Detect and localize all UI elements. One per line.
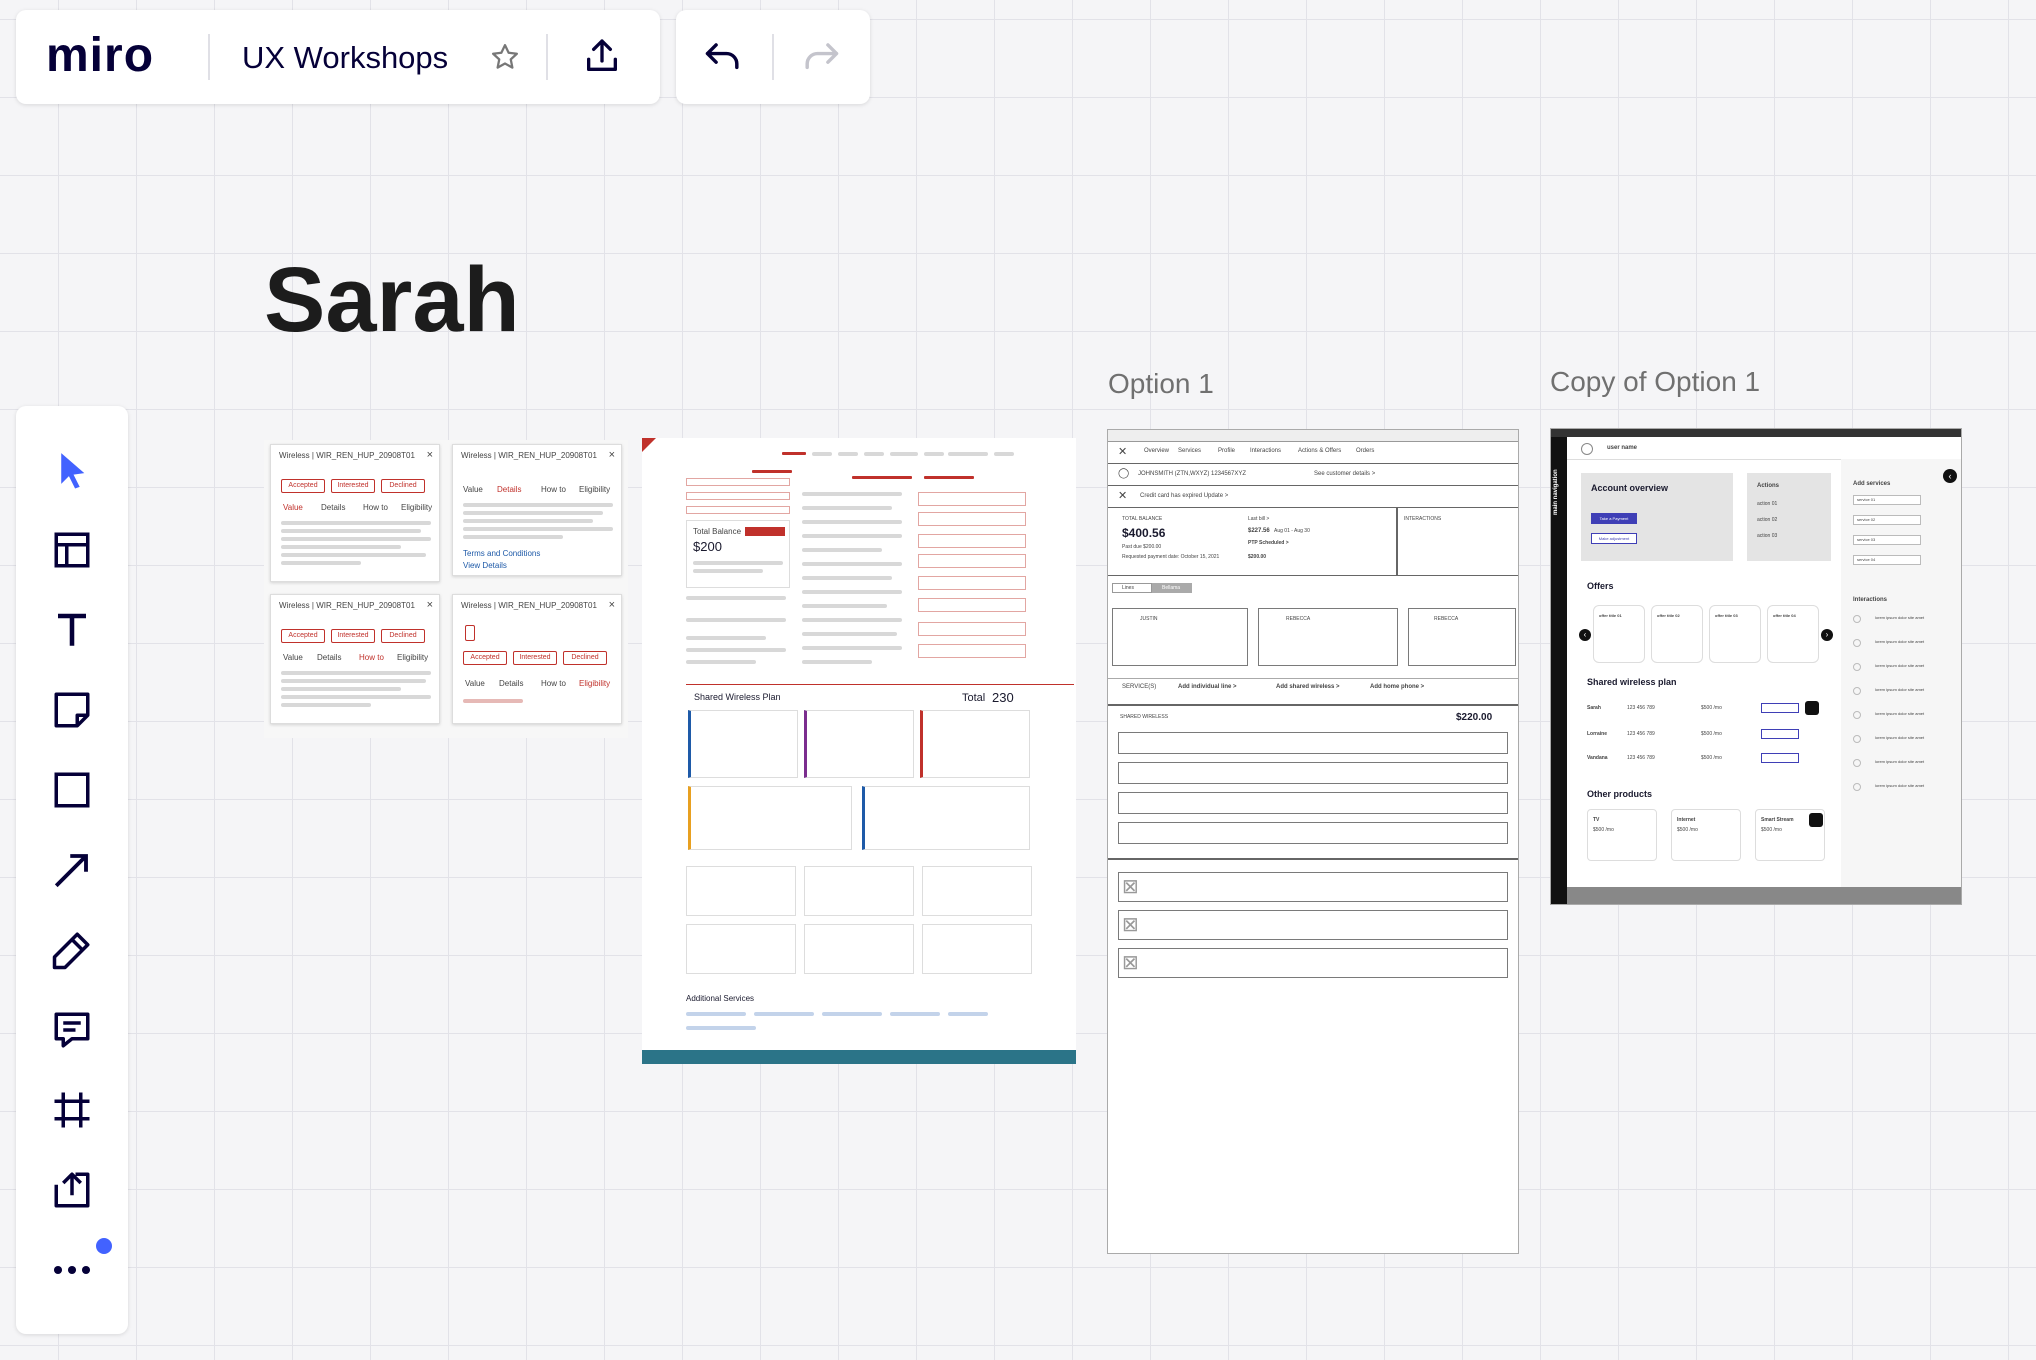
- popup-card: Wireless | WIR_REN_HUP_20908T01 × Accept…: [270, 444, 440, 582]
- board-heading[interactable]: Sarah: [264, 248, 520, 353]
- template-icon[interactable]: [16, 520, 128, 580]
- popups-cluster[interactable]: Wireless | WIR_REN_HUP_20908T01 × Accept…: [264, 440, 628, 738]
- shape-icon[interactable]: [16, 760, 128, 820]
- divider: [772, 34, 774, 80]
- user-avatar[interactable]: [1581, 443, 1593, 455]
- select-icon[interactable]: [16, 440, 128, 500]
- product-card[interactable]: [804, 924, 914, 974]
- line-row[interactable]: [1118, 762, 1508, 784]
- notification-dot: [96, 1238, 112, 1254]
- copy-of-option-1-frame[interactable]: main navigation user name Account overvi…: [1550, 428, 1962, 905]
- frame-icon[interactable]: [16, 1080, 128, 1140]
- popup-card: Wireless | WIR_REN_HUP_20908T01 × Value …: [452, 444, 622, 576]
- product-card[interactable]: [686, 866, 796, 916]
- image-placeholder-row[interactable]: [1118, 948, 1508, 978]
- line-row[interactable]: [1118, 732, 1508, 754]
- divider: [208, 34, 210, 80]
- star-icon[interactable]: [490, 42, 520, 72]
- close-icon[interactable]: ×: [609, 449, 615, 461]
- sticky-note-icon[interactable]: [16, 680, 128, 740]
- image-placeholder-icon: ⊠: [1122, 876, 1139, 898]
- export-icon[interactable]: [582, 36, 622, 76]
- image-placeholder-icon: ⊠: [1122, 914, 1139, 936]
- product-card[interactable]: [804, 866, 914, 916]
- member-card[interactable]: [1408, 608, 1516, 666]
- option-1-frame[interactable]: ✕ Overview Services Profile Interactions…: [1107, 429, 1519, 1254]
- comment-icon[interactable]: [16, 1000, 128, 1060]
- member-card[interactable]: [1258, 608, 1398, 666]
- close-icon[interactable]: ×: [609, 599, 615, 611]
- image-placeholder-row[interactable]: [1118, 872, 1508, 902]
- close-icon[interactable]: ×: [427, 599, 433, 611]
- frame-title-option-1[interactable]: Option 1: [1108, 368, 1214, 400]
- red-corner: [642, 438, 656, 452]
- divider: [546, 34, 548, 80]
- line-row[interactable]: [1118, 792, 1508, 814]
- tag-icon: [1809, 813, 1823, 827]
- popup-card: Wireless | WIR_REN_HUP_20908T01 × Accept…: [270, 594, 440, 724]
- collapse-icon[interactable]: ‹: [1943, 469, 1957, 483]
- left-toolbar: [16, 406, 128, 1334]
- image-placeholder-icon: ⊠: [1122, 952, 1139, 974]
- undo-icon[interactable]: [702, 38, 744, 76]
- carousel-next-icon[interactable]: ›: [1821, 629, 1833, 641]
- text-icon[interactable]: [16, 600, 128, 660]
- dashboard-frame[interactable]: Total Balance $200 Shared Wireless Plan …: [642, 438, 1076, 1064]
- member-card[interactable]: [1112, 608, 1248, 666]
- close-icon[interactable]: ×: [427, 449, 433, 461]
- tag-icon: [1805, 701, 1819, 715]
- close-icon[interactable]: ✕: [1118, 489, 1127, 502]
- menu-icon[interactable]: ✕: [1118, 445, 1127, 458]
- product-card[interactable]: [922, 866, 1032, 916]
- arrow-icon[interactable]: [16, 840, 128, 900]
- board-header-panel: miro UX Workshops: [16, 10, 660, 104]
- redo-icon[interactable]: [800, 38, 842, 76]
- total-balance-card: Total Balance $200: [686, 520, 790, 588]
- line-row[interactable]: [1118, 822, 1508, 844]
- upload-icon[interactable]: [16, 1160, 128, 1220]
- miro-logo[interactable]: miro: [46, 28, 154, 83]
- phone-icon: [465, 625, 475, 641]
- board-title[interactable]: UX Workshops: [242, 40, 448, 76]
- line-card[interactable]: [920, 710, 1030, 778]
- divider: [686, 684, 1074, 685]
- product-card[interactable]: [922, 924, 1032, 974]
- popup-card: Wireless | WIR_REN_HUP_20908T01 × Accept…: [452, 594, 622, 724]
- image-placeholder-row[interactable]: [1118, 910, 1508, 940]
- line-card[interactable]: [804, 710, 914, 778]
- product-card[interactable]: [686, 924, 796, 974]
- person-icon: ◯: [1118, 468, 1130, 479]
- line-card[interactable]: [862, 786, 1030, 850]
- line-card[interactable]: [688, 710, 798, 778]
- pen-icon[interactable]: [16, 920, 128, 980]
- undo-redo-panel: [676, 10, 870, 104]
- line-card[interactable]: [688, 786, 852, 850]
- footer-bar: [642, 1050, 1076, 1064]
- frame-title-copy-of-option-1[interactable]: Copy of Option 1: [1550, 366, 1760, 398]
- carousel-prev-icon[interactable]: ‹: [1579, 629, 1591, 641]
